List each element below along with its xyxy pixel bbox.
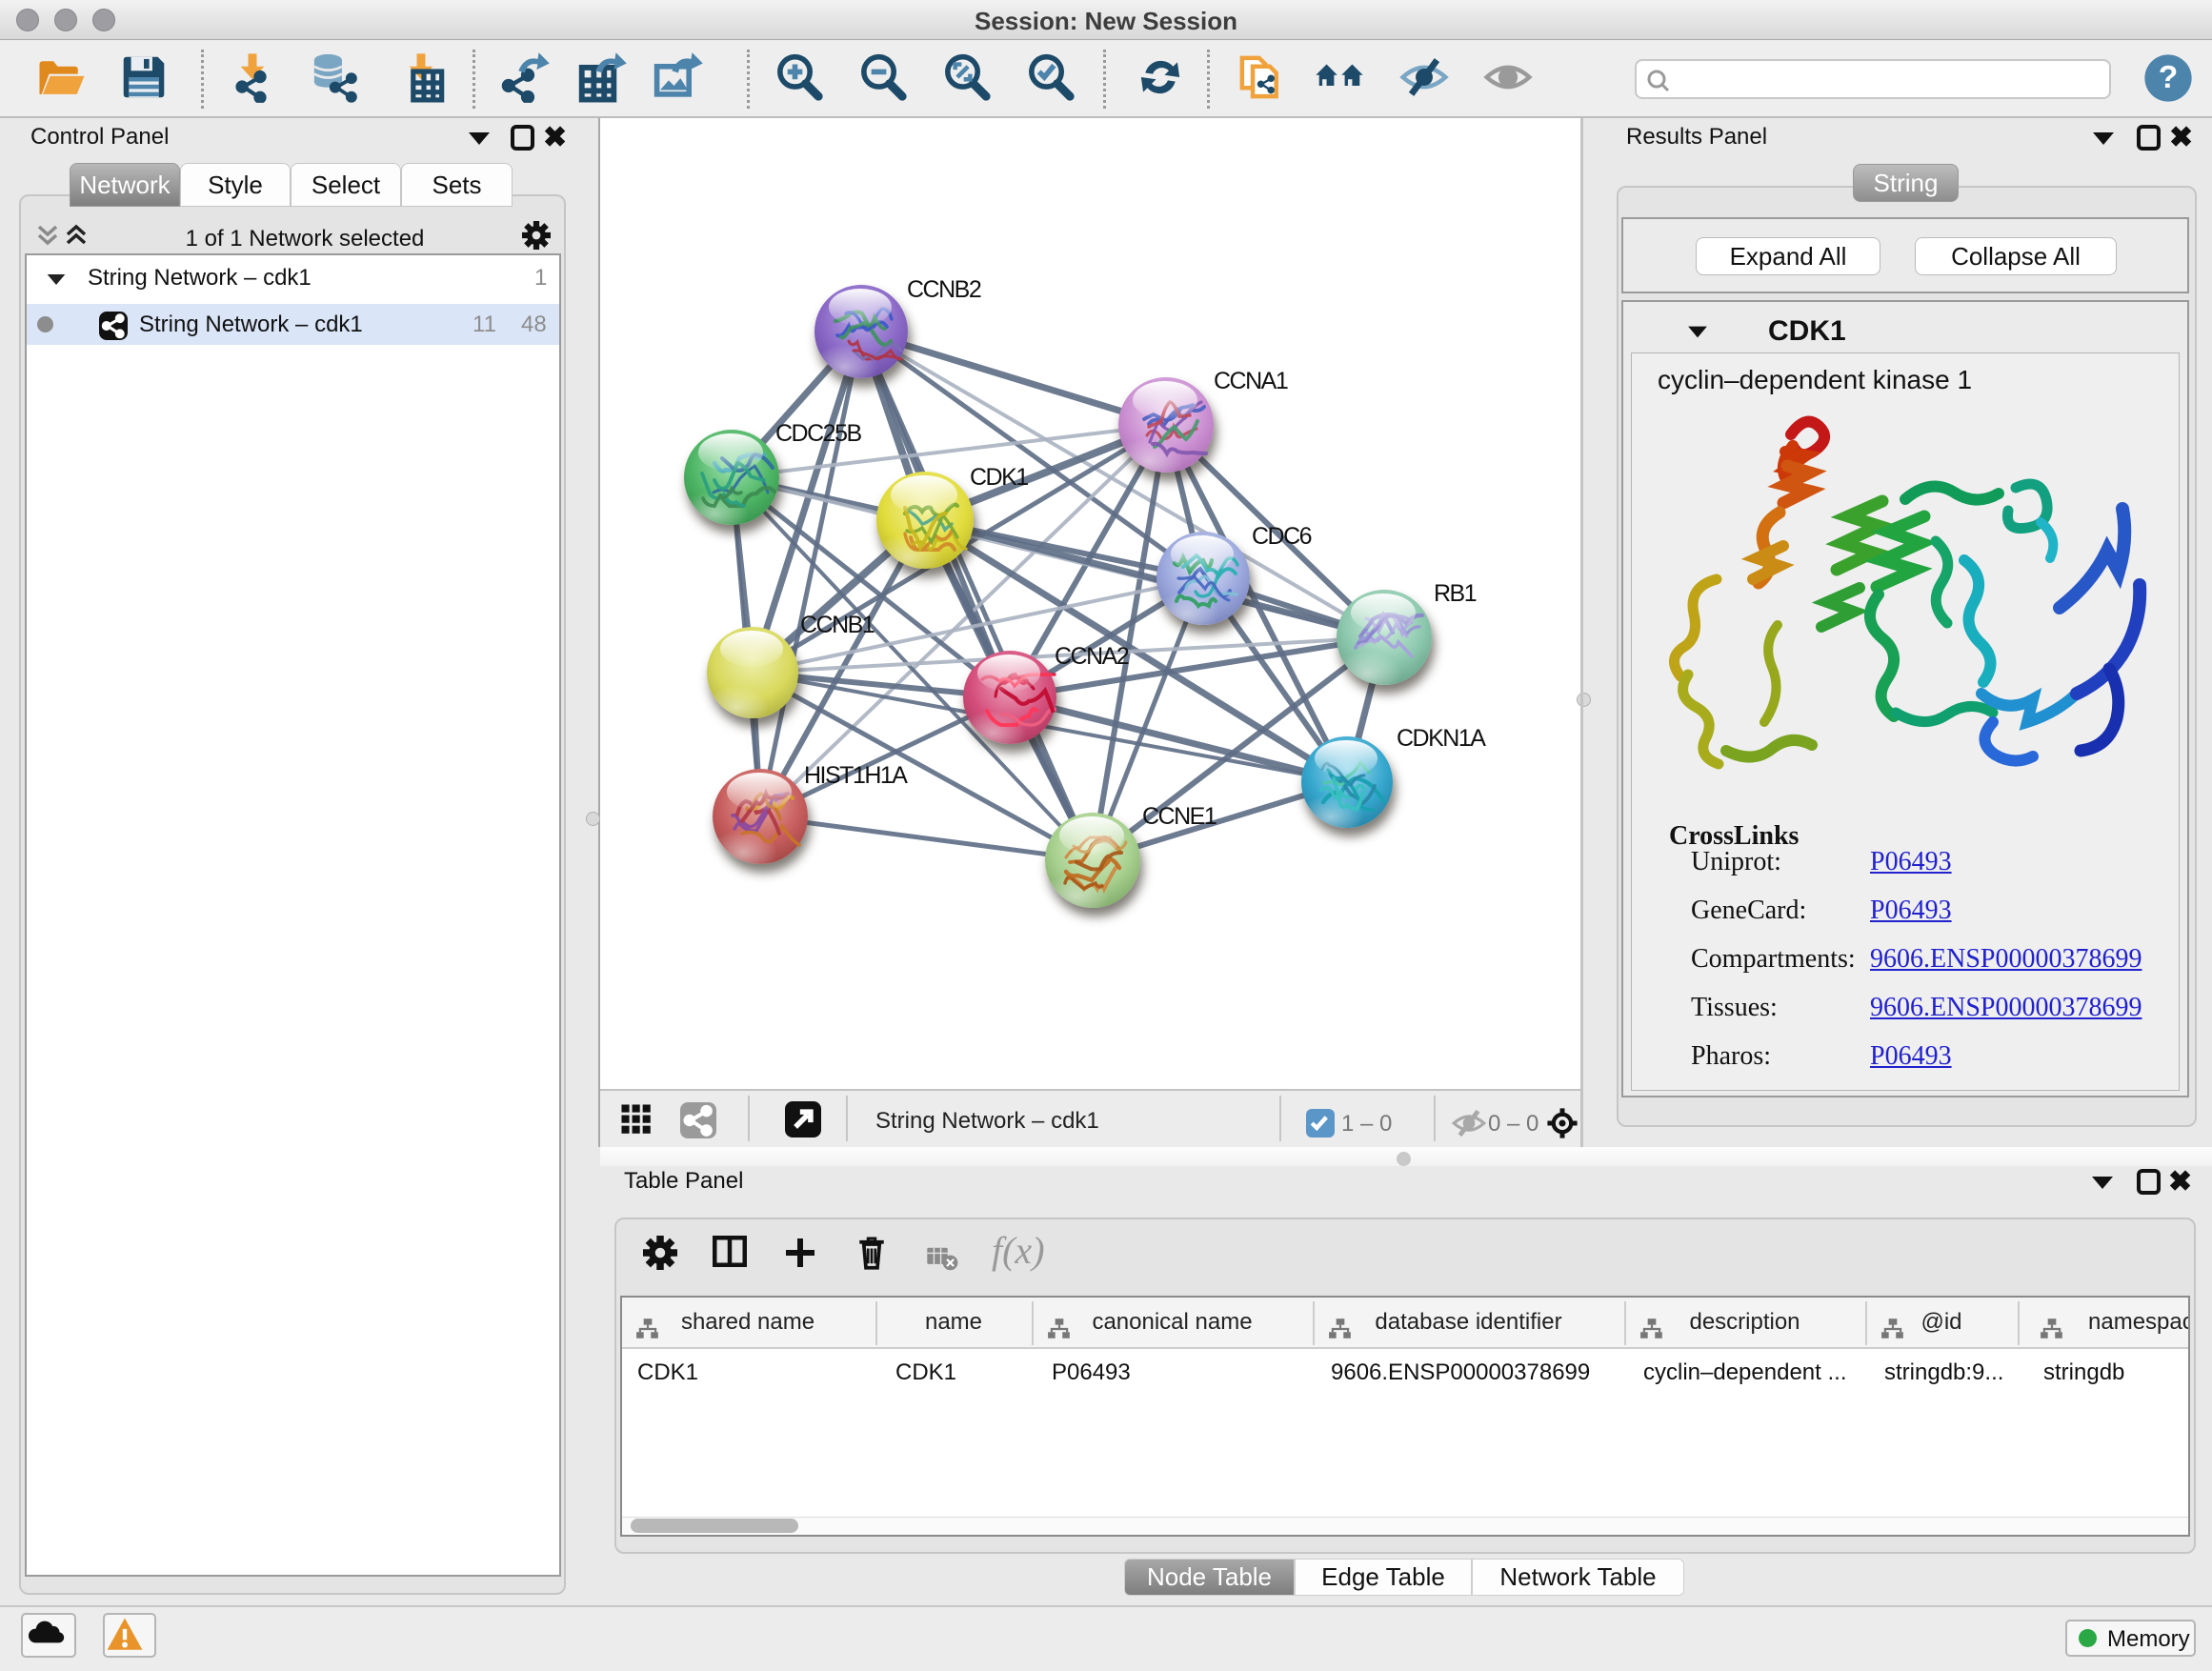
svg-text:?: ? xyxy=(2159,60,2179,95)
